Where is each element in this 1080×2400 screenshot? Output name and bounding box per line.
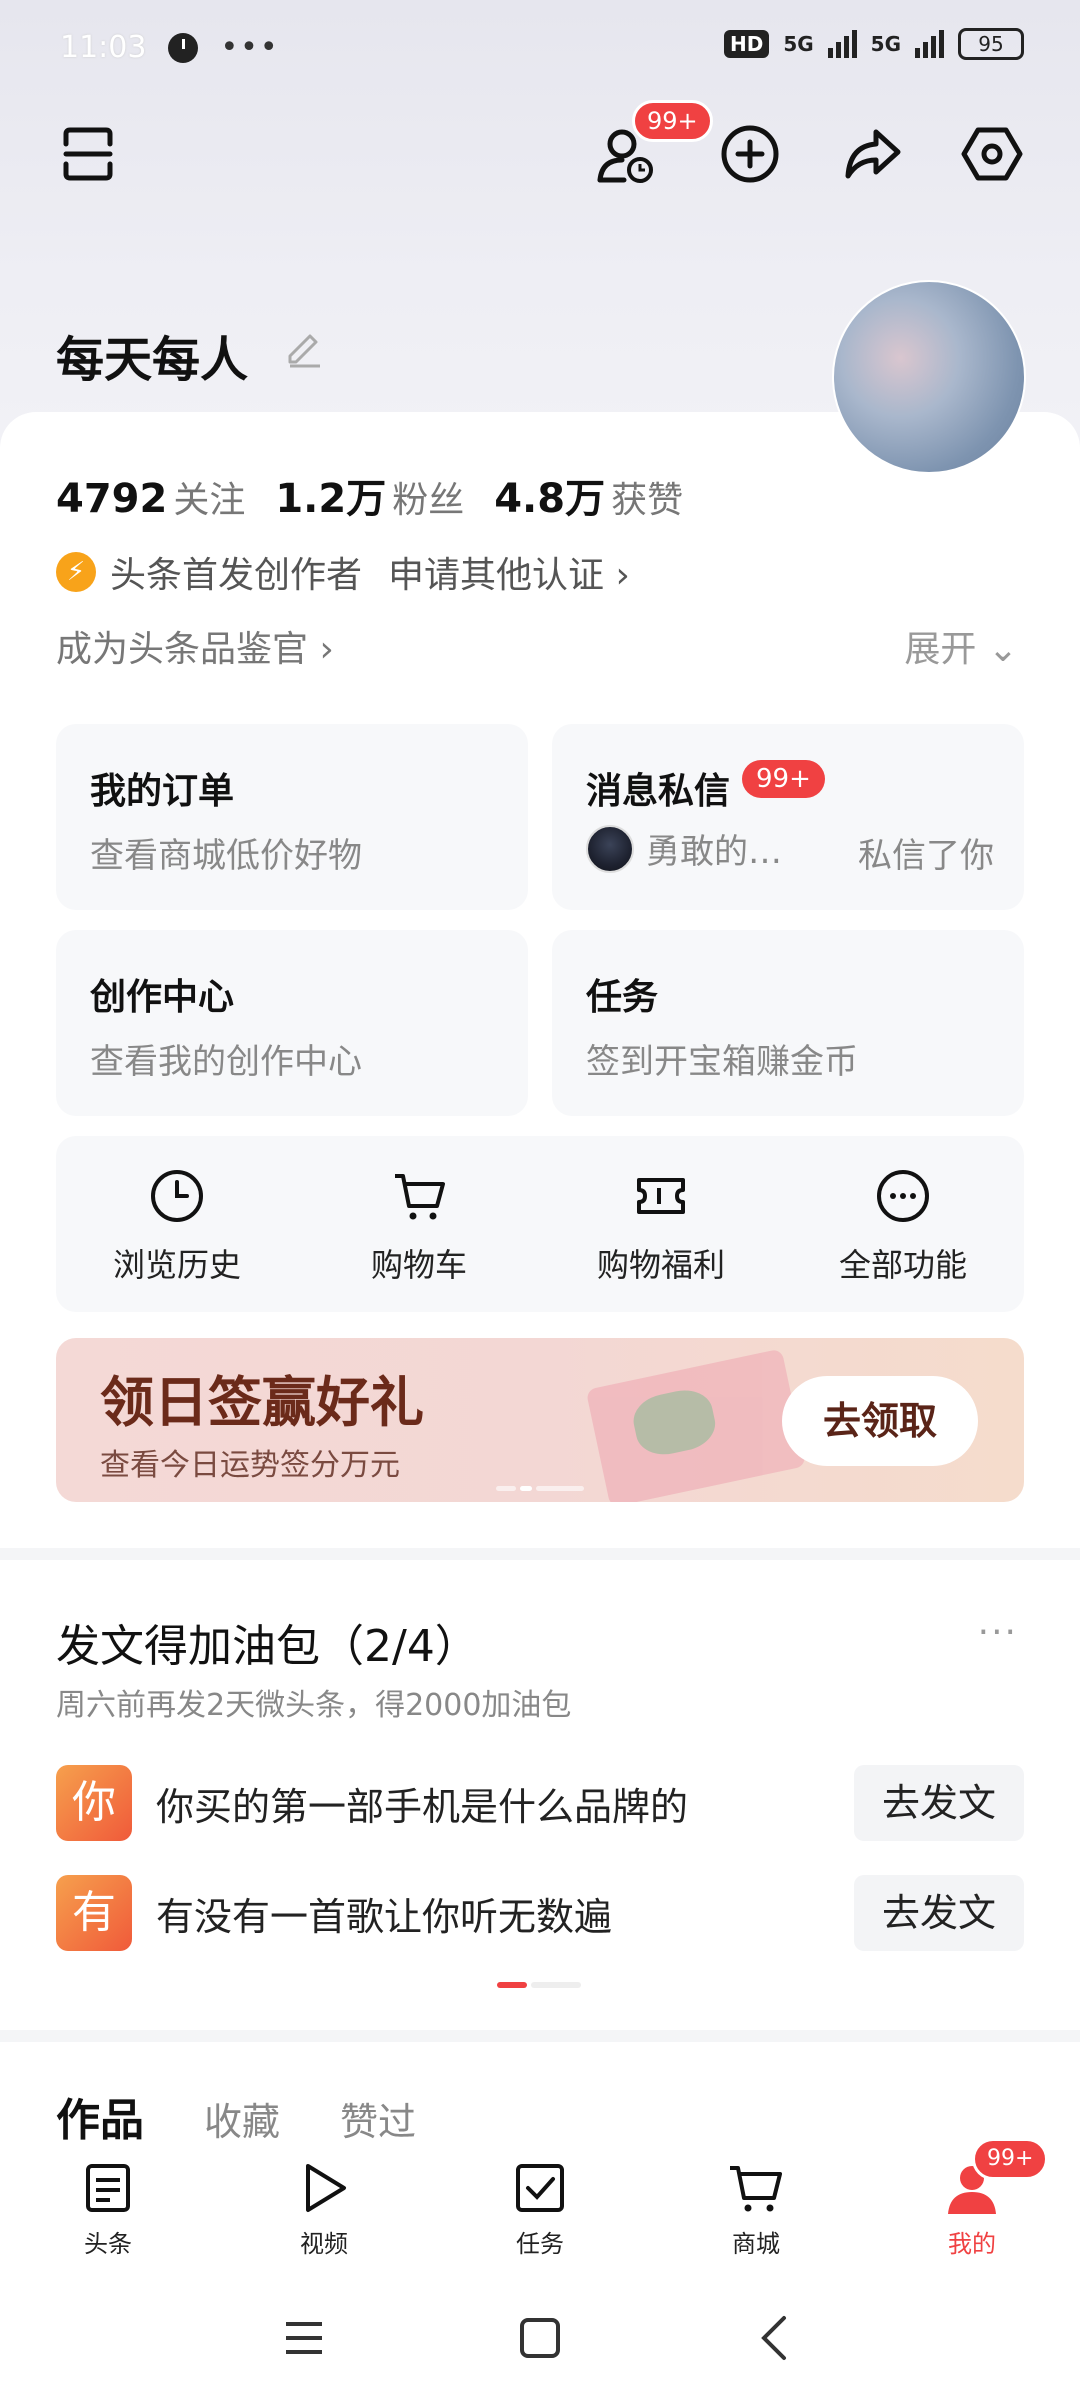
shortcut-all-features[interactable]: 全部功能 [782, 1136, 1024, 1312]
works-tabs: 作品 收藏 赞过 [56, 2084, 416, 2148]
signal-icon [827, 30, 857, 58]
mine-badge: 99+ [972, 2138, 1049, 2180]
bottom-navigation: 头条 视频 任务 商城 我的 99+ [0, 2138, 1080, 2266]
stat-following[interactable]: 4792 关注 [56, 471, 245, 523]
task-check-icon [516, 2164, 564, 2212]
status-time: 11:03 [60, 30, 147, 65]
become-judge-link[interactable]: 成为头条品鉴官 › [56, 620, 334, 672]
edit-name-icon[interactable] [282, 326, 324, 368]
avatar[interactable] [832, 280, 1026, 474]
share-icon[interactable] [840, 122, 904, 186]
battery-icon: 95 [958, 28, 1024, 60]
task-more-icon[interactable]: ··· [978, 1612, 1018, 1653]
profile-stats: 4792 关注 1.2万 粉丝 4.8万 获赞 [56, 466, 683, 524]
section-divider [0, 2030, 1080, 2042]
shortcut-history[interactable]: 浏览历史 [56, 1136, 298, 1312]
message-sender: 勇敢的… [586, 824, 782, 873]
settings-icon[interactable] [960, 122, 1024, 186]
status-bar: 11:03 ••• HD 5G 5G 95 [0, 0, 1080, 100]
system-navigation [0, 2268, 1080, 2400]
scan-icon[interactable] [56, 122, 120, 186]
task-section-sub: 周六前再发2天微头条，得2000加油包 [56, 1688, 572, 1723]
hd-icon: HD [723, 30, 770, 58]
signal-icon-2 [915, 30, 944, 58]
stat-likes[interactable]: 4.8万 获赞 [494, 466, 683, 524]
creator-certification: ⚡ 头条首发创作者 申请其他认证 › [56, 546, 630, 598]
nav-video[interactable]: 视频 [216, 2146, 432, 2266]
cart-icon [395, 1174, 445, 1220]
status-more-icon: ••• [220, 30, 280, 65]
post-button[interactable]: 去发文 [854, 1875, 1024, 1951]
shortcut-welfare[interactable]: 购物福利 [540, 1136, 782, 1312]
clock-icon [168, 32, 199, 63]
menu-icon[interactable] [274, 2308, 334, 2368]
orders-tile[interactable]: 我的订单 查看商城低价好物 [56, 724, 528, 910]
section-divider [0, 1548, 1080, 1560]
nav-tasks[interactable]: 任务 [432, 2146, 648, 2266]
task-item: 有 有没有一首歌让你听无数遍 去发文 [56, 1874, 1024, 1952]
tab-liked[interactable]: 赞过 [340, 2091, 416, 2146]
post-button[interactable]: 去发文 [854, 1765, 1024, 1841]
article-icon [86, 2164, 130, 2212]
creation-center-tile[interactable]: 创作中心 查看我的创作中心 [56, 930, 528, 1116]
messages-tile[interactable]: 消息私信 99+ 勇敢的… 私信了你 [552, 724, 1024, 910]
messages-badge: 99+ [742, 760, 825, 798]
play-icon [306, 2164, 346, 2212]
nav-mine[interactable]: 我的 99+ [864, 2138, 1080, 2266]
shortcut-grid: 浏览历史 购物车 购物福利 全部功能 [56, 1136, 1024, 1312]
add-icon[interactable] [718, 122, 782, 186]
expand-button[interactable]: 展开 ⌄ [904, 620, 1018, 672]
tasks-tile[interactable]: 任务 签到开宝箱赚金币 [552, 930, 1024, 1116]
tab-works[interactable]: 作品 [56, 2084, 144, 2148]
banner-pagination [496, 1486, 584, 1491]
visitor-badge: 99+ [632, 100, 713, 142]
task-pagination [497, 1982, 581, 1988]
network-label: 5G [783, 32, 814, 56]
nav-headlines[interactable]: 头条 [0, 2146, 216, 2266]
mall-cart-icon [730, 2166, 782, 2212]
network-label-2: 5G [870, 32, 901, 56]
username: 每天每人 [56, 332, 249, 388]
more-icon [877, 1170, 929, 1222]
task-section-title: 发文得加油包（2/4） [56, 1621, 479, 1672]
coupon-icon [637, 1178, 685, 1214]
daily-sign-banner[interactable]: 领日签赢好礼 查看今日运势签分万元 去领取 [56, 1338, 1024, 1502]
lightning-icon: ⚡ [56, 552, 96, 592]
creator-label: 头条首发创作者 [110, 555, 363, 596]
home-icon[interactable] [510, 2308, 570, 2368]
back-icon[interactable] [746, 2308, 806, 2368]
nav-mall[interactable]: 商城 [648, 2146, 864, 2266]
shortcut-cart[interactable]: 购物车 [298, 1136, 540, 1312]
task-item: 你 你买的第一部手机是什么品牌的 去发文 [56, 1764, 1024, 1842]
topic-icon: 你 [56, 1765, 132, 1841]
banner-card-illustration [585, 1348, 807, 1502]
sender-avatar [586, 824, 634, 873]
claim-button[interactable]: 去领取 [782, 1376, 978, 1466]
clock-icon [151, 1170, 203, 1222]
stat-fans[interactable]: 1.2万 粉丝 [275, 466, 464, 524]
tab-favorites[interactable]: 收藏 [204, 2091, 280, 2146]
topic-icon: 有 [56, 1875, 132, 1951]
apply-certification-link[interactable]: 申请其他认证 › [388, 546, 630, 598]
